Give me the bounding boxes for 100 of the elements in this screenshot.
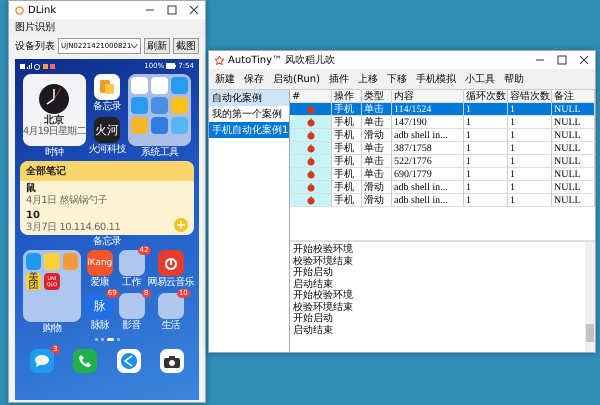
log-line: 开始校验环境	[293, 290, 354, 302]
table-cell: 1	[464, 168, 508, 181]
note-title: 10	[26, 210, 41, 222]
table-row[interactable]: 手机 滑动 adb shell in... 1 1 NULL	[290, 181, 595, 194]
table-cell: 1	[508, 103, 552, 116]
table-cell: 387/1758	[392, 142, 464, 155]
menu-item[interactable]: 小工具	[464, 72, 495, 86]
table-cell: 滑动	[362, 129, 392, 142]
table-cell: NULL	[552, 181, 595, 194]
table-row[interactable]: 手机 单击 387/1758 1 1 NULL	[290, 142, 595, 155]
table-row[interactable]: 手机 单击 522/1776 1 1 NULL	[290, 155, 595, 168]
log-line: 校验环境结束	[293, 256, 354, 266]
menu-item[interactable]: 手机模拟	[416, 72, 456, 86]
table-cell: NULL	[552, 142, 595, 155]
table-cell: 单击	[362, 155, 392, 168]
note-detail: 4月1日 熬锅锅勺子	[26, 195, 107, 206]
log-line: 启动结束	[293, 324, 334, 336]
table-row[interactable]: 手机 单击 690/1779 1 1 NULL	[290, 168, 595, 181]
table-cell: 滑动	[362, 194, 392, 207]
table-cell: 滑动	[362, 181, 392, 194]
table-cell: 单击	[362, 103, 392, 116]
menu-item[interactable]: 下移	[386, 72, 407, 86]
table-cell: 手机	[332, 129, 362, 142]
table-cell: 1	[508, 181, 552, 194]
log-line: 启动结束	[293, 278, 334, 290]
app-label: 备忘录	[93, 101, 121, 112]
app-label: 影音	[122, 320, 141, 331]
notes-widget[interactable]: 全部笔记 鼠 4月1日 熬锅锅勺子 10 3月7日 10.114.60.11	[20, 161, 194, 235]
table-row[interactable]: 手机 单击 147/190 1 1 NULL	[290, 116, 595, 129]
app-label: 网易云音乐	[147, 277, 194, 288]
menu-item[interactable]: 保存	[244, 72, 264, 86]
folder-label: 购物	[42, 323, 62, 334]
table-cell: 手机	[332, 194, 362, 207]
device-label: 设备列表	[15, 40, 55, 53]
table-cell: 手机	[332, 142, 362, 155]
table-cell: 1	[464, 194, 508, 207]
table-cell: 690/1779	[392, 168, 464, 181]
table-cell: 单击	[362, 142, 392, 155]
window-title: AutoTiny™ 风吹稻儿吹	[228, 54, 336, 67]
menu-item[interactable]: 帮助	[504, 72, 524, 86]
list-header: 自动化案例	[209, 90, 289, 106]
menu-item[interactable]: 上移	[358, 72, 378, 86]
table-cell: 114/1524	[392, 103, 464, 116]
table-row[interactable]: 手机 滑动 adb shell in... 1 1 NULL	[290, 129, 595, 142]
menu-item[interactable]: 启动(Run)	[273, 72, 320, 86]
log-line: 开始启动	[293, 313, 334, 324]
table-cell: 1	[464, 181, 508, 194]
table-cell: 1	[508, 155, 552, 168]
table-cell: 1	[464, 103, 508, 116]
table-cell: 手机	[332, 155, 362, 168]
note-title: 鼠	[26, 183, 37, 195]
app-label: 火河科技	[88, 144, 126, 155]
toolbar-button[interactable]: 刷新	[144, 38, 170, 54]
table-cell: adb shell in...	[392, 181, 464, 194]
table-cell: NULL	[552, 194, 595, 207]
table-cell: 1	[464, 142, 508, 155]
menu-item[interactable]: 插件	[328, 72, 349, 86]
app-label: 爱康	[90, 277, 109, 288]
table-cell: 手机	[332, 103, 362, 116]
table-cell: NULL	[552, 168, 595, 181]
clock-widget[interactable]: 北京 4月19日星期二	[22, 74, 86, 146]
table-cell: 1	[508, 194, 552, 207]
clock-city: 北京	[44, 115, 64, 126]
log-line: 开始校验环境	[293, 244, 354, 256]
table-cell: 522/1776	[392, 155, 464, 168]
table-row[interactable]: 手机 单击 114/1524 1 1 NULL	[290, 103, 595, 116]
clock-date: 4月19日星期二	[22, 126, 86, 137]
widget-label: 时钟	[44, 147, 64, 158]
table-cell: NULL	[552, 155, 595, 168]
table-cell: 单击	[362, 168, 392, 181]
log-line: 校验环境结束	[293, 302, 354, 312]
table-cell: 1	[508, 116, 552, 129]
menu-item[interactable]: 新建	[215, 72, 235, 86]
table-cell: 单击	[362, 116, 392, 129]
notes-widget-title: 全部笔记	[20, 161, 194, 181]
case-item[interactable]: 手机自动化案例1	[209, 122, 289, 138]
app-label: 工作	[122, 277, 141, 288]
note-detail: 3月7日 10.114.60.11	[26, 222, 120, 233]
app-icon[interactable]: 火河	[94, 117, 120, 143]
table-cell: 1	[508, 129, 552, 142]
table-cell: NULL	[552, 116, 595, 129]
table-cell: NULL	[552, 129, 595, 142]
table-cell: adb shell in...	[392, 194, 464, 207]
table-cell: NULL	[552, 103, 595, 116]
app-label: 脉脉	[90, 320, 109, 331]
toolbar-button[interactable]: 截图	[173, 38, 199, 54]
table-cell: 1	[508, 142, 552, 155]
folder-label: 系统工具	[141, 147, 178, 158]
table-cell: 147/190	[392, 116, 464, 129]
table-cell: 1	[464, 129, 508, 142]
log-line: 开始启动	[293, 267, 334, 278]
table-cell: 手机	[332, 116, 362, 129]
app-icon[interactable]: 美团	[26, 273, 42, 290]
table-cell: 1	[464, 116, 508, 129]
window-title: DLink	[28, 4, 58, 16]
case-item[interactable]: 我的第一个案例	[209, 106, 289, 122]
table-row[interactable]: 手机 滑动 adb shell in... 1 1 NULL	[290, 194, 595, 207]
table-cell: 1	[464, 155, 508, 168]
table-cell: 1	[508, 168, 552, 181]
menu-item[interactable]: 图片识别	[15, 20, 55, 34]
